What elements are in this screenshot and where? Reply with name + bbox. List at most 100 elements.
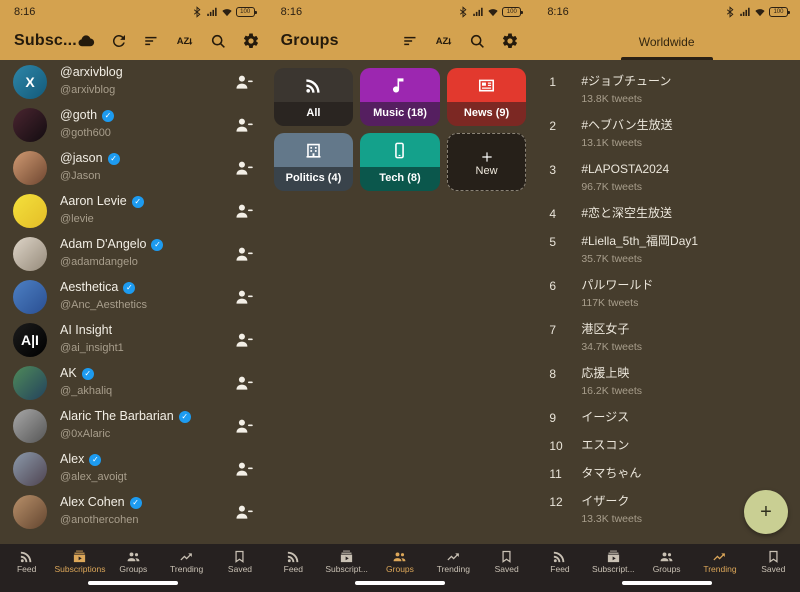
trend-row[interactable]: 9 イージス [533,402,800,430]
nav-tab[interactable]: Groups [640,546,693,574]
trend-row[interactable]: 1 #ジョブチューン 13.8K tweets [533,66,800,110]
person-remove-icon[interactable] [234,244,254,264]
group-tile[interactable]: News (9) [447,68,527,126]
nav-tab[interactable]: Feed [533,546,586,574]
group-tile[interactable]: All [274,68,354,126]
nav-tab[interactable]: Trending [693,546,746,574]
nav-tab-label: Trending [170,565,203,574]
wifi-icon [487,6,499,18]
subscription-account-row[interactable]: @goth ✓ @goth600 [0,103,267,146]
search-icon[interactable] [209,32,227,50]
group-tile[interactable]: New [447,133,527,191]
trend-row[interactable]: 2 #ヘブバン生放送 13.1K tweets [533,110,800,154]
home-indicator[interactable] [355,581,445,585]
trend-title: 応援上映 [581,366,642,381]
person-remove-icon[interactable] [234,201,254,221]
refresh-icon[interactable] [110,32,128,50]
nav-tab-label: Trending [703,565,736,574]
subscription-account-row[interactable]: @jason ✓ @Jason [0,146,267,189]
subscription-account-row[interactable]: AK ✓ @_akhaliq [0,361,267,404]
nav-tab[interactable]: Groups [107,546,160,574]
subscription-account-row[interactable]: Alex ✓ @alex_avoigt [0,447,267,490]
sort-icon[interactable] [143,32,161,50]
nav-tab[interactable]: Feed [0,546,53,574]
person-remove-icon[interactable] [234,72,254,92]
person-remove-icon[interactable] [234,115,254,135]
panel-groups: 8:16 100 Groups AZ All Music (18) [267,0,534,592]
group-tile[interactable]: Music (18) [360,68,440,126]
signal-icon [206,6,218,18]
settings-icon[interactable] [501,32,519,50]
nav-tab[interactable]: Subscript... [587,546,640,574]
page-title: Subsc... [14,32,77,50]
rss-icon [552,549,567,564]
bluetooth-icon [191,6,203,18]
nav-tab[interactable]: Groups [373,546,426,574]
trend-row[interactable]: 10 エスコン [533,430,800,458]
account-handle: @0xAlaric [60,428,110,440]
home-indicator[interactable] [622,581,712,585]
person-remove-icon[interactable] [234,330,254,350]
subscriptions-icon [72,549,87,564]
person-remove-icon[interactable] [234,373,254,393]
subscription-account-row[interactable]: X @arxivblog ✓ @arxivblog [0,60,267,103]
plus-icon [448,134,526,164]
nav-tab[interactable]: Saved [480,546,533,574]
az-sort-icon[interactable]: AZ [435,32,453,50]
avatar [13,108,47,142]
settings-icon[interactable] [242,32,260,50]
trend-row[interactable]: 4 #恋と深空生放送 [533,198,800,226]
subscription-account-row[interactable]: Aaron Levie ✓ @levie [0,189,267,232]
account-handle: @alex_avoigt [60,471,127,483]
nav-tab[interactable]: Subscriptions [53,546,106,574]
person-remove-icon[interactable] [234,158,254,178]
nav-tab[interactable]: Saved [747,546,800,574]
add-button[interactable]: + [744,490,788,534]
nav-tab-label: Subscriptions [54,565,105,574]
app-bar-trending: Worldwide [533,22,800,60]
nav-tab[interactable]: Trending [160,546,213,574]
trend-row[interactable]: 3 #LAPOSTA2024 96.7K tweets [533,154,800,198]
trend-tweet-count: 16.2K tweets [581,385,642,397]
az-sort-icon[interactable]: AZ [176,32,194,50]
person-remove-icon[interactable] [234,416,254,436]
nav-tab-label: Saved [228,565,252,574]
nav-tab[interactable]: Feed [267,546,320,574]
trend-row[interactable]: 7 港区女子 34.7K tweets [533,314,800,358]
subscription-account-row[interactable]: Alaric The Barbarian ✓ @0xAlaric [0,404,267,447]
sort-icon[interactable] [402,32,420,50]
trend-tweet-count: 13.8K tweets [581,93,671,105]
verified-badge-icon: ✓ [179,411,191,423]
nav-tab-label: Saved [761,565,785,574]
nav-tab[interactable]: Subscript... [320,546,373,574]
person-remove-icon[interactable] [234,459,254,479]
account-name: @jason [60,151,103,166]
tab-worldwide[interactable]: Worldwide [639,33,695,49]
group-tile[interactable]: Politics (4) [274,133,354,191]
verified-badge-icon: ✓ [108,153,120,165]
cloud-icon[interactable] [77,32,95,50]
trend-row[interactable]: 11 タマちゃん [533,458,800,486]
home-indicator[interactable] [88,581,178,585]
subscription-account-row[interactable]: Adam D'Angelo ✓ @adamdangelo [0,232,267,275]
subscription-account-row[interactable]: Alex Cohen ✓ @anothercohen [0,490,267,533]
group-tile-label: Tech (8) [360,167,440,191]
nav-tab[interactable]: Trending [427,546,480,574]
trend-row[interactable]: 8 応援上映 16.2K tweets [533,358,800,402]
search-icon[interactable] [468,32,486,50]
trend-row[interactable]: 6 パルワールド 117K tweets [533,270,800,314]
subscription-account-row[interactable]: A|I AI Insight ✓ @ai_insight1 [0,318,267,361]
group-tile[interactable]: Tech (8) [360,133,440,191]
subscription-account-row[interactable]: Aesthetica ✓ @Anc_Aesthetics [0,275,267,318]
trend-tweet-count: 13.1K tweets [581,137,672,149]
nav-tab[interactable]: Saved [213,546,266,574]
battery-level: 100 [507,9,517,15]
nav-tab-label: Groups [119,565,147,574]
avatar [13,151,47,185]
avatar [13,280,47,314]
trend-row[interactable]: 5 #Liella_5th_福岡Day1 35.7K tweets [533,226,800,270]
account-handle: @adamdangelo [60,256,138,268]
account-handle: @levie [60,213,94,225]
person-remove-icon[interactable] [234,502,254,522]
person-remove-icon[interactable] [234,287,254,307]
